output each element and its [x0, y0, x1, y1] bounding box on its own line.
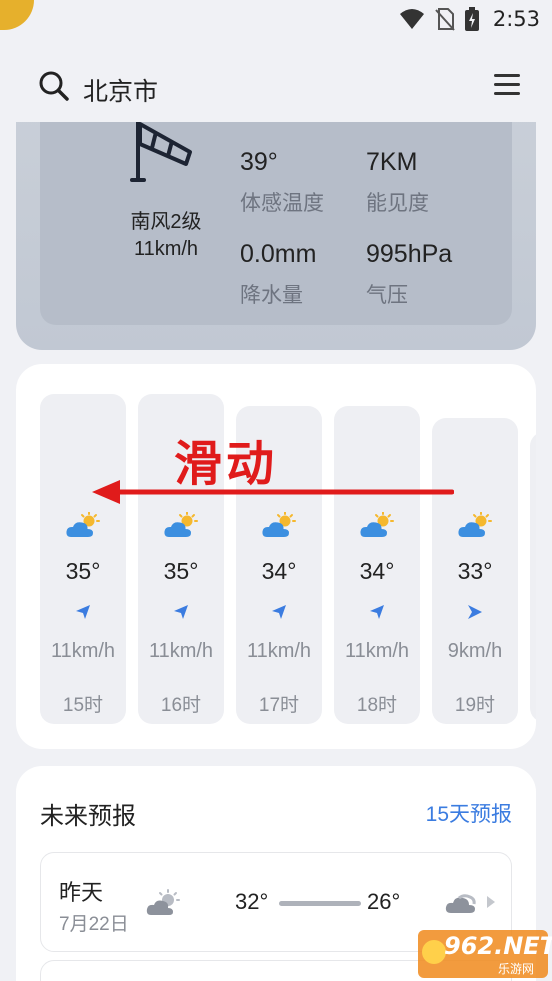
- metric-value: 0.0mm: [240, 240, 317, 268]
- partly-cloudy-icon: [146, 889, 180, 915]
- day-name: 昨天: [59, 880, 104, 905]
- hourly-time: 15时: [62, 695, 104, 716]
- hourly-item[interactable]: 35° 11km/h 15时: [40, 394, 126, 724]
- wind-direction: 南风2级: [130, 211, 202, 233]
- hourly-item[interactable]: 34° 11km/h 18时: [334, 406, 420, 724]
- hourly-temp: 34°: [359, 558, 395, 584]
- day-date: 7月22日: [59, 914, 129, 935]
- partly-cloudy-icon: [66, 512, 100, 537]
- hourly-wind-speed: 9km/h: [447, 640, 503, 662]
- current-details-panel: 南风2级 11km/h 湿度 能见 39° 体感温度 7KM 能见度 0.0mm…: [40, 110, 512, 325]
- status-bar: 2:53: [0, 0, 552, 40]
- hourly-time: 16时: [160, 695, 202, 716]
- status-icons: 2:53: [399, 6, 540, 32]
- hourly-time: 19时: [454, 695, 496, 716]
- current-weather-card: 南风2级 11km/h 湿度 能见 39° 体感温度 7KM 能见度 0.0mm…: [16, 110, 536, 350]
- metric-feels-like: 39° 体感温度: [240, 148, 324, 217]
- top-bar: 北京市: [0, 50, 552, 122]
- hourly-item-partial[interactable]: [530, 432, 536, 722]
- partly-cloudy-icon: [458, 512, 492, 537]
- wind-direction-arrow-icon: [76, 605, 90, 619]
- metric-label: 降水量: [240, 284, 303, 307]
- partly-cloudy-icon: [360, 512, 394, 537]
- cloudy-icon: [445, 894, 476, 913]
- hourly-forecast-card[interactable]: 35° 11km/h 15时 35° 11km/h 16时 34° 11km/h 17时 34° 1…: [16, 364, 536, 749]
- status-time: 2:53: [492, 7, 540, 31]
- fifteen-day-forecast-link[interactable]: 15天预报: [426, 798, 512, 828]
- metric-visibility: 7KM 能见度: [366, 148, 429, 217]
- search-icon[interactable]: [38, 70, 70, 102]
- partly-cloudy-icon: [164, 512, 198, 537]
- hourly-wind-speed: 11km/h: [50, 640, 116, 662]
- city-name[interactable]: 北京市: [83, 72, 158, 108]
- metric-label: 体感温度: [240, 192, 324, 215]
- hourly-wind-speed: 11km/h: [344, 640, 410, 662]
- site-watermark: 962.NET 乐游网: [418, 930, 552, 978]
- day-low-temp: 26°: [367, 889, 401, 914]
- battery-charging-icon: [464, 7, 479, 31]
- wind-speed: 11km/h: [133, 238, 199, 260]
- partly-cloudy-icon: [262, 512, 296, 537]
- wind-direction-arrow-icon: [468, 605, 482, 619]
- menu-icon[interactable]: [494, 74, 520, 96]
- wind-direction-arrow-icon: [370, 605, 384, 619]
- hourly-temp: 33°: [457, 558, 493, 584]
- hourly-time: 18时: [356, 695, 398, 716]
- hourly-temp: 35°: [65, 558, 101, 584]
- hourly-item[interactable]: 33° 9km/h 19时: [432, 418, 518, 724]
- hourly-wind-speed: 11km/h: [246, 640, 312, 662]
- windsock-icon: [130, 120, 192, 182]
- metric-precipitation: 0.0mm 降水量: [240, 240, 316, 309]
- hourly-time: 17时: [258, 695, 300, 716]
- watermark-text: 962.NET: [444, 932, 552, 960]
- hourly-wind-speed: 11km/h: [148, 640, 214, 662]
- wind-direction-arrow-icon: [272, 605, 286, 619]
- metric-value: 7KM: [366, 148, 418, 176]
- wind-direction-arrow-icon: [174, 605, 188, 619]
- temp-range-bar: [279, 901, 361, 906]
- metric-value: 995hPa: [366, 240, 453, 268]
- metric-value: 39°: [240, 148, 278, 176]
- metric-label: 能见度: [366, 192, 429, 215]
- watermark-subtext: 乐游网: [498, 962, 535, 976]
- day-high-temp: 32°: [235, 889, 269, 914]
- swipe-left-arrow-icon: [92, 480, 454, 504]
- forecast-title: 未来预报: [40, 803, 136, 830]
- metric-pressure: 995hPa 气压: [366, 240, 452, 309]
- hourly-temp: 35°: [163, 558, 199, 584]
- hourly-temp: 34°: [261, 558, 297, 584]
- no-sim-icon: [435, 8, 455, 31]
- status-corner: [0, 0, 34, 30]
- chevron-right-icon: [487, 896, 495, 908]
- wifi-icon: [399, 9, 424, 29]
- metric-label: 气压: [366, 284, 408, 307]
